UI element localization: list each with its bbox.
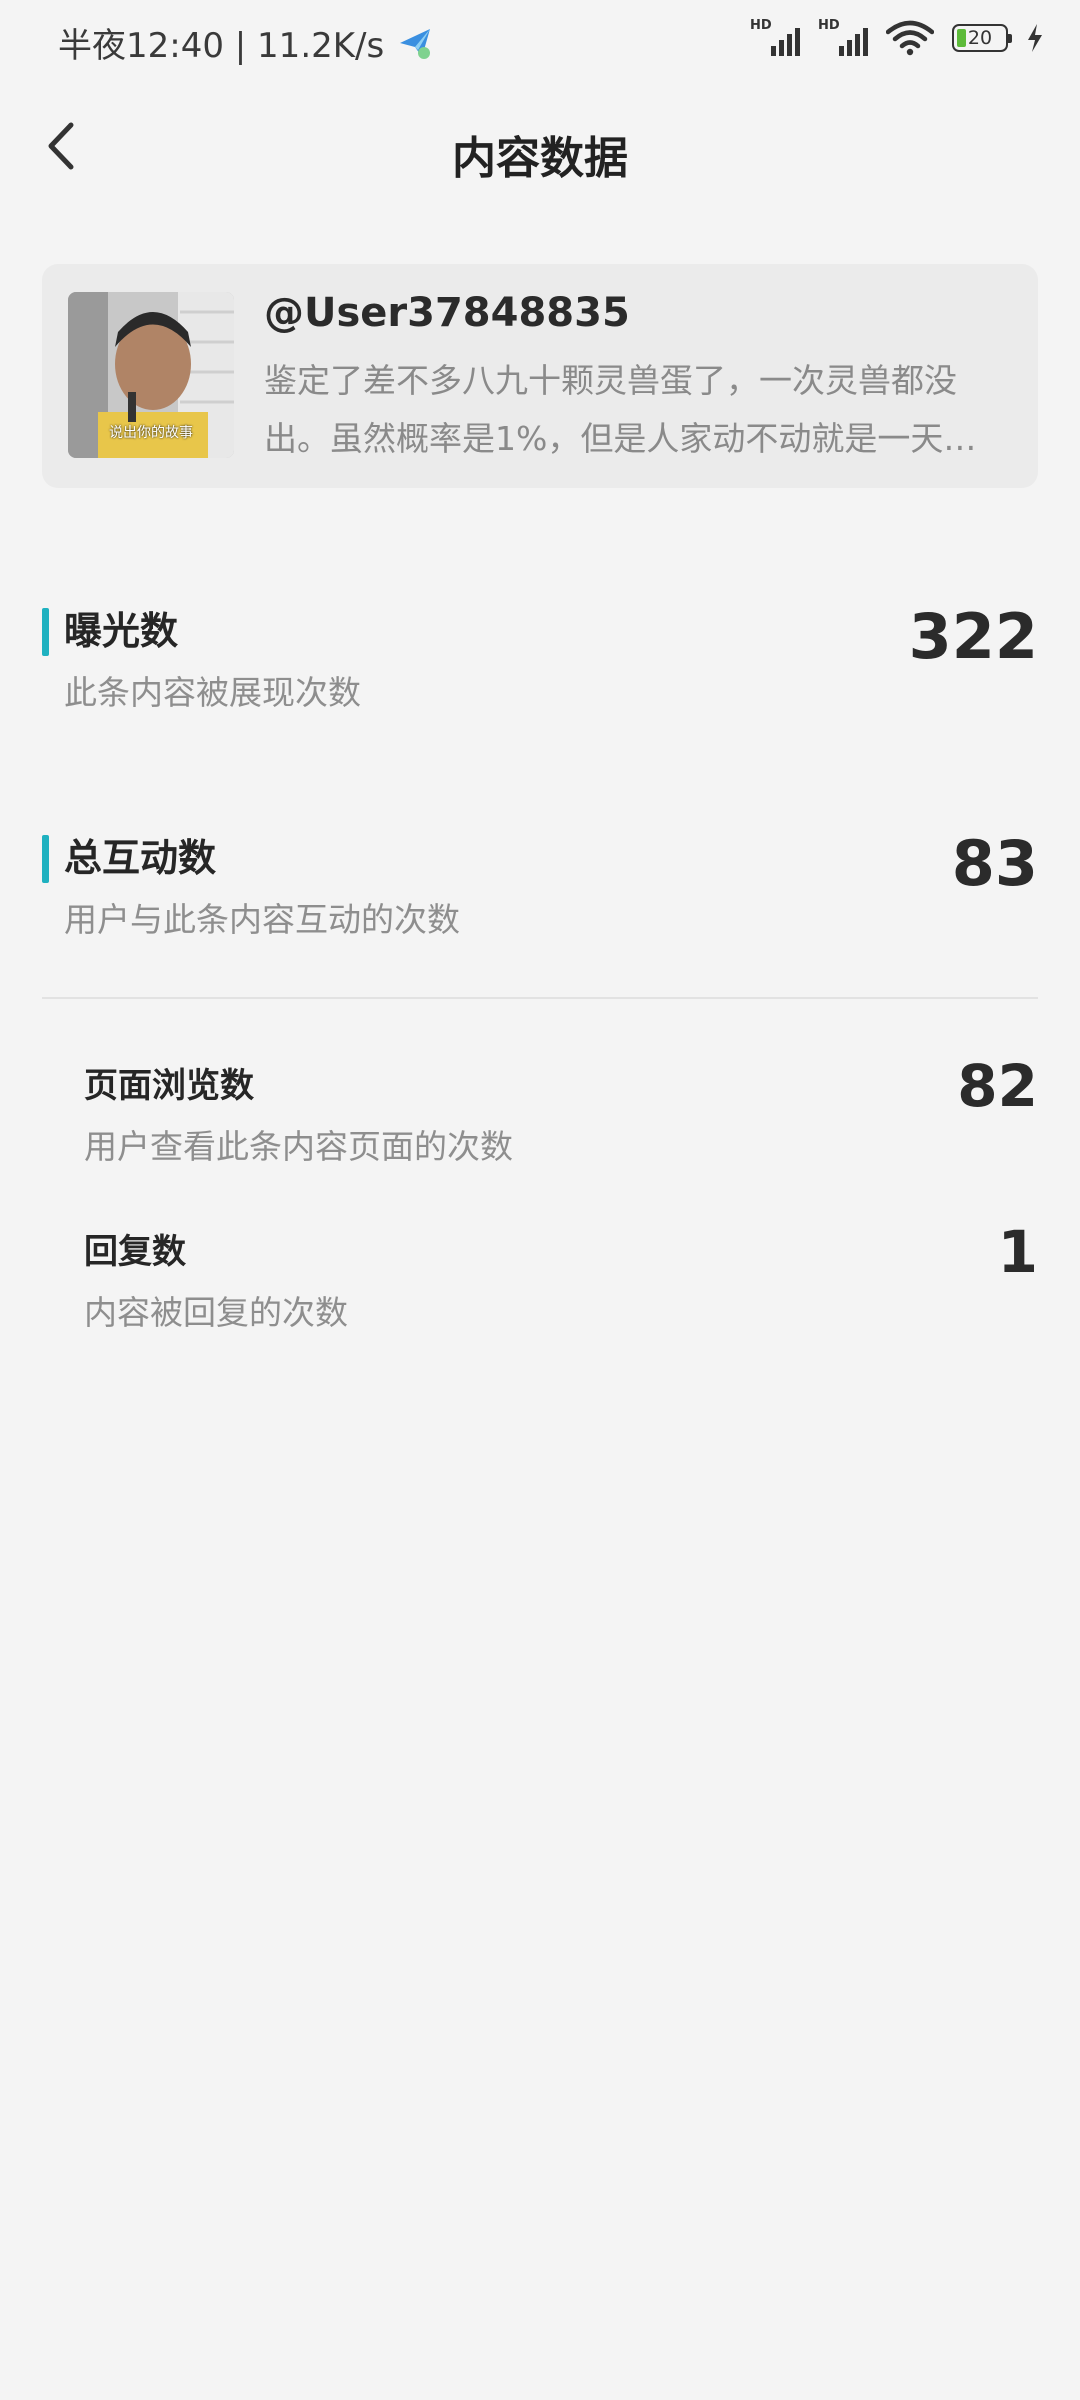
sub-metric-desc: 用户查看此条内容页面的次数 bbox=[84, 1127, 513, 1166]
metric-value: 83 bbox=[951, 827, 1038, 900]
signal-hd-label-2: HD bbox=[818, 18, 840, 33]
post-username: @User37848835 bbox=[264, 290, 630, 336]
header: 内容数据 bbox=[0, 100, 1080, 190]
signal-icon: HD bbox=[750, 18, 800, 58]
post-card[interactable]: 说出你的故事 @User37848835 鉴定了差不多八九十颗灵兽蛋了，一次灵兽… bbox=[42, 264, 1038, 488]
page-title: 内容数据 bbox=[452, 133, 628, 184]
sub-metric-desc: 内容被回复的次数 bbox=[84, 1293, 348, 1332]
status-right: HD HD 20 bbox=[750, 18, 1044, 58]
accent-bar bbox=[42, 835, 49, 883]
wifi-icon bbox=[886, 20, 934, 56]
post-thumbnail: 说出你的故事 bbox=[68, 292, 234, 458]
divider bbox=[42, 997, 1038, 999]
signal-icon-2: HD bbox=[818, 18, 868, 58]
metric-title: 总互动数 bbox=[64, 836, 217, 880]
metric-desc: 用户与此条内容互动的次数 bbox=[64, 900, 460, 939]
app-notification-icon bbox=[400, 28, 431, 59]
accent-bar bbox=[42, 608, 49, 656]
signal-hd-label: HD bbox=[750, 18, 772, 33]
battery-level: 20 bbox=[967, 27, 993, 49]
sub-metric-title: 回复数 bbox=[84, 1232, 186, 1272]
sub-metric-value: 1 bbox=[997, 1218, 1038, 1286]
charging-icon bbox=[1028, 24, 1042, 52]
status-left: 半夜12:40 | 11.2K/s bbox=[58, 18, 436, 67]
metric-title: 曝光数 bbox=[64, 609, 179, 653]
sub-metric-value: 82 bbox=[957, 1052, 1038, 1120]
status-time-speed: 半夜12:40 | 11.2K/s bbox=[58, 26, 385, 66]
thumbnail-caption: 说出你的故事 bbox=[109, 425, 193, 441]
metric-exposure: 曝光数 此条内容被展现次数 322 bbox=[42, 600, 1038, 720]
metric-interactions: 总互动数 用户与此条内容互动的次数 83 bbox=[42, 827, 1038, 947]
sub-metric-title: 页面浏览数 bbox=[84, 1066, 254, 1106]
battery-icon: 20 bbox=[952, 24, 1012, 52]
sub-metric-page-views: 页面浏览数 用户查看此条内容页面的次数 82 bbox=[84, 1052, 1038, 1168]
post-excerpt: 鉴定了差不多八九十颗灵兽蛋了，一次灵兽都没出。虽然概率是1%，但是人家动不动就是… bbox=[264, 361, 977, 458]
sub-metric-replies: 回复数 内容被回复的次数 1 bbox=[84, 1218, 1038, 1334]
metric-desc: 此条内容被展现次数 bbox=[64, 673, 361, 712]
metric-value: 322 bbox=[908, 600, 1038, 673]
status-bar: 半夜12:40 | 11.2K/s HD HD 20 bbox=[0, 0, 1080, 80]
